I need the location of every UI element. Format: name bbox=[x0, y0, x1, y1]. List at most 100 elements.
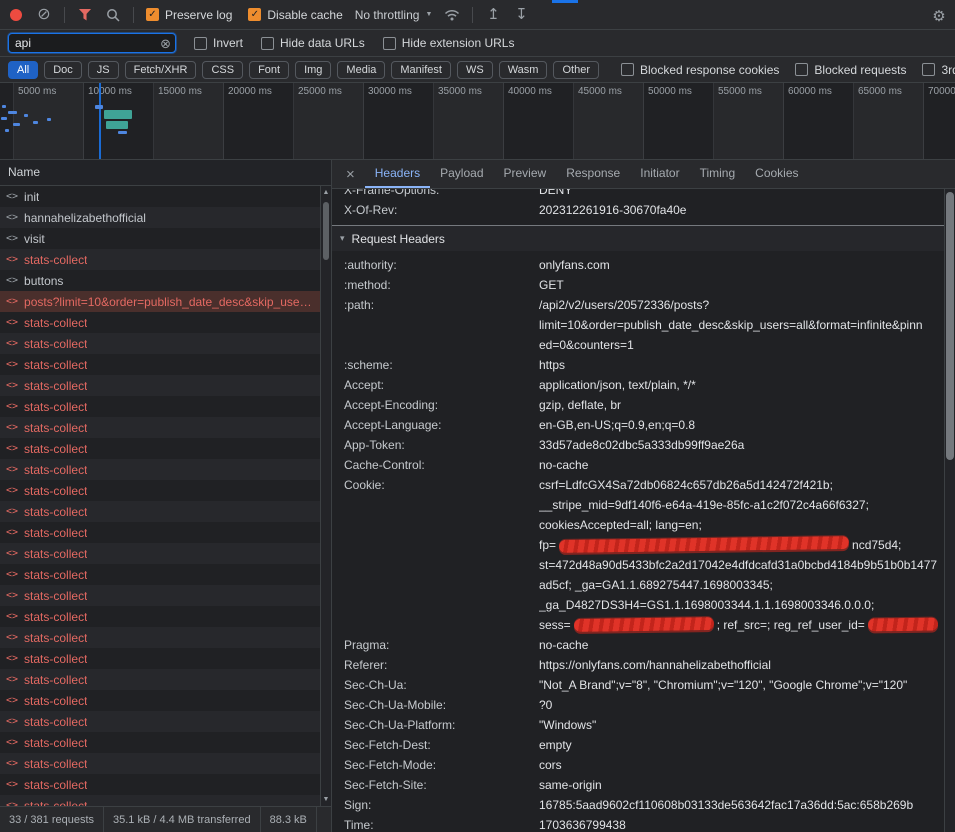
request-row[interactable]: <>stats-collect bbox=[0, 690, 320, 711]
tab-initiator[interactable]: Initiator bbox=[630, 160, 689, 188]
checkbox-hide-extension-urls[interactable]: ✓Hide extension URLs bbox=[383, 36, 515, 50]
details-scrollbar[interactable] bbox=[944, 189, 955, 832]
filter-chip-doc[interactable]: Doc bbox=[44, 61, 82, 79]
request-row[interactable]: <>posts?limit=10&order=publish_date_desc… bbox=[0, 291, 320, 312]
request-row[interactable]: <>stats-collect bbox=[0, 333, 320, 354]
request-row[interactable]: <>stats-collect bbox=[0, 711, 320, 732]
scrollbar-thumb[interactable] bbox=[946, 192, 954, 460]
checkbox-invert[interactable]: ✓Invert bbox=[194, 36, 243, 50]
tab-response[interactable]: Response bbox=[556, 160, 630, 188]
settings-button[interactable]: ⚙ bbox=[931, 6, 947, 26]
request-row[interactable]: <>stats-collect bbox=[0, 312, 320, 333]
tab-payload[interactable]: Payload bbox=[430, 160, 493, 188]
filter-chip-fetch-xhr[interactable]: Fetch/XHR bbox=[125, 61, 197, 79]
search-button[interactable] bbox=[105, 5, 121, 25]
request-row[interactable]: <>stats-collect bbox=[0, 522, 320, 543]
tab-timing[interactable]: Timing bbox=[690, 160, 746, 188]
request-row[interactable]: <>stats-collect bbox=[0, 585, 320, 606]
filter-chip-ws[interactable]: WS bbox=[457, 61, 493, 79]
throttling-select[interactable]: No throttling ▼ bbox=[355, 8, 433, 22]
filter-input-box[interactable]: ⊗ bbox=[8, 33, 176, 53]
request-row[interactable]: <>stats-collect bbox=[0, 669, 320, 690]
filter-chip-manifest[interactable]: Manifest bbox=[391, 61, 451, 79]
record-button[interactable] bbox=[8, 5, 24, 25]
filter-chip-img[interactable]: Img bbox=[295, 61, 331, 79]
header-name: X-Of-Rev: bbox=[344, 200, 539, 220]
request-row[interactable]: <>stats-collect bbox=[0, 795, 320, 806]
request-row[interactable]: <>stats-collect bbox=[0, 459, 320, 480]
filter-button[interactable] bbox=[77, 5, 93, 25]
scroll-down-icon[interactable]: ▼ bbox=[321, 796, 331, 803]
request-row[interactable]: <>buttons bbox=[0, 270, 320, 291]
header-value-line: fp=ncd75d4; bbox=[539, 535, 944, 555]
filter-chip-js[interactable]: JS bbox=[88, 61, 119, 79]
request-row[interactable]: <>stats-collect bbox=[0, 354, 320, 375]
header-value-text: cors bbox=[539, 758, 562, 772]
clear-button[interactable]: ⊘ bbox=[36, 5, 52, 25]
request-row[interactable]: <>stats-collect bbox=[0, 543, 320, 564]
header-value-text: __stripe_mid=9df140f6-e64a-419e-85fc-a1c… bbox=[539, 498, 869, 512]
request-row[interactable]: <>stats-collect bbox=[0, 249, 320, 270]
filter-chip-wasm[interactable]: Wasm bbox=[499, 61, 548, 79]
request-row[interactable]: <>stats-collect bbox=[0, 732, 320, 753]
close-details-button[interactable]: × bbox=[336, 160, 365, 188]
request-name: stats-collect bbox=[24, 379, 87, 393]
header-value-text: /api2/v2/users/20572336/posts? bbox=[539, 298, 709, 312]
time-label: 20000 ms bbox=[228, 86, 272, 97]
header-value-line: 33d57ade8c02dbc5a333db99ff9ae26a bbox=[539, 435, 944, 455]
checkbox-label: Disable cache bbox=[267, 8, 342, 22]
request-row[interactable]: <>stats-collect bbox=[0, 438, 320, 459]
script-icon: <> bbox=[6, 632, 18, 643]
header-value: GET bbox=[539, 275, 944, 295]
header-name: Sign: bbox=[344, 795, 539, 815]
header-value-text: ed=0&counters=1 bbox=[539, 338, 634, 352]
script-icon: <> bbox=[6, 191, 18, 202]
request-row[interactable]: <>stats-collect bbox=[0, 606, 320, 627]
request-row[interactable]: <>visit bbox=[0, 228, 320, 249]
request-row[interactable]: <>stats-collect bbox=[0, 417, 320, 438]
name-column-header[interactable]: Name bbox=[0, 160, 331, 186]
network-conditions-button[interactable] bbox=[444, 5, 460, 25]
request-row[interactable]: <>init bbox=[0, 186, 320, 207]
script-icon: <> bbox=[6, 548, 18, 559]
checkbox-hide-data-urls[interactable]: ✓Hide data URLs bbox=[261, 36, 365, 50]
checkbox-preserve-log[interactable]: ✓Preserve log bbox=[146, 8, 232, 22]
throttling-value: No throttling bbox=[355, 8, 420, 22]
filter-chip-css[interactable]: CSS bbox=[202, 61, 243, 79]
import-har-button[interactable]: ↥ bbox=[485, 5, 501, 25]
header-row: :path:/api2/v2/users/20572336/posts?limi… bbox=[344, 295, 944, 355]
request-row[interactable]: <>stats-collect bbox=[0, 753, 320, 774]
filter-chip-font[interactable]: Font bbox=[249, 61, 289, 79]
request-name: stats-collect bbox=[24, 358, 87, 372]
timeline-overview[interactable]: 5000 ms10000 ms15000 ms20000 ms25000 ms3… bbox=[0, 83, 955, 160]
request-row[interactable]: <>stats-collect bbox=[0, 627, 320, 648]
tab-cookies[interactable]: Cookies bbox=[745, 160, 808, 188]
request-row[interactable]: <>stats-collect bbox=[0, 501, 320, 522]
checkbox-3rd-party-requests[interactable]: ✓3rd-party requests bbox=[922, 63, 955, 77]
request-list-scrollbar[interactable]: ▲ ▼ bbox=[320, 186, 331, 806]
record-icon bbox=[10, 9, 22, 21]
clear-filter-icon[interactable]: ⊗ bbox=[160, 37, 171, 50]
checkbox-blocked-requests[interactable]: ✓Blocked requests bbox=[795, 63, 906, 77]
request-row[interactable]: <>stats-collect bbox=[0, 396, 320, 417]
export-har-button[interactable]: ↧ bbox=[513, 5, 529, 25]
section-header[interactable]: ▾Request Headers bbox=[332, 225, 944, 251]
tab-preview[interactable]: Preview bbox=[494, 160, 557, 188]
request-row[interactable]: <>hannahelizabethofficial bbox=[0, 207, 320, 228]
request-row[interactable]: <>stats-collect bbox=[0, 774, 320, 795]
checkbox-blocked-response-cookies[interactable]: ✓Blocked response cookies bbox=[621, 63, 779, 77]
request-row[interactable]: <>stats-collect bbox=[0, 564, 320, 585]
filter-chip-all[interactable]: All bbox=[8, 61, 38, 79]
request-row[interactable]: <>stats-collect bbox=[0, 648, 320, 669]
header-value: 16785:5aad9602cf110608b03133de563642fac1… bbox=[539, 795, 944, 815]
filter-input[interactable] bbox=[15, 36, 156, 50]
scroll-up-icon[interactable]: ▲ bbox=[321, 189, 331, 196]
filter-chip-other[interactable]: Other bbox=[553, 61, 599, 79]
filter-chip-media[interactable]: Media bbox=[337, 61, 385, 79]
checkbox-disable-cache[interactable]: ✓Disable cache bbox=[248, 8, 342, 22]
request-row[interactable]: <>stats-collect bbox=[0, 375, 320, 396]
tab-headers[interactable]: Headers bbox=[365, 160, 430, 188]
script-icon: <> bbox=[6, 506, 18, 517]
request-row[interactable]: <>stats-collect bbox=[0, 480, 320, 501]
scrollbar-thumb[interactable] bbox=[323, 202, 329, 260]
